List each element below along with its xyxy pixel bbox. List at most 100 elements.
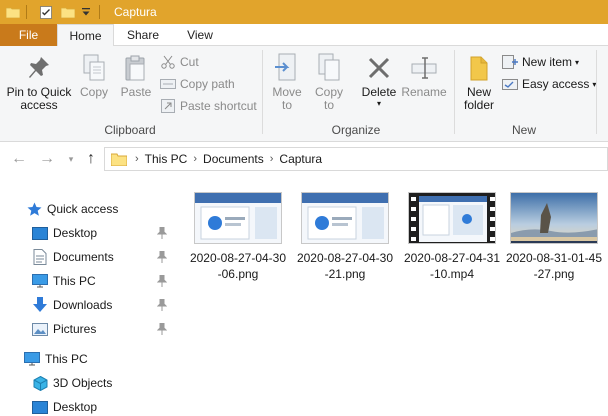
copy-to-button[interactable]: Copy to [310, 52, 348, 112]
paste-shortcut-label: Paste shortcut [180, 99, 257, 113]
pin-icon[interactable] [157, 275, 167, 287]
screenshot-thumbnail [301, 192, 389, 244]
divider [26, 5, 27, 19]
copy-to-label-line2: to [323, 98, 334, 112]
file-name: 2020-08-27-04-31 -10.mp4 [400, 250, 504, 282]
up-arrow-icon[interactable]: ↑ [82, 150, 100, 167]
delete-x-icon [363, 52, 395, 84]
landscape-thumbnail [510, 192, 598, 244]
easy-access-button[interactable]: Easy access ▾ [502, 74, 596, 94]
rename-icon [408, 52, 440, 84]
nav-item-desktop[interactable]: Desktop [0, 222, 176, 244]
file-name: 2020-08-27-04-30 -06.png [186, 250, 290, 282]
file-name-line1: 2020-08-27-04-31 [403, 251, 501, 265]
screenshot-thumbnail [194, 192, 282, 244]
desktop-icon [32, 225, 48, 241]
pin-icon[interactable] [157, 251, 167, 263]
nav-item-quick-access[interactable]: Quick access [0, 198, 176, 220]
delete-button[interactable]: Delete ▾ [358, 52, 400, 109]
nav-label: 3D Objects [53, 376, 113, 390]
rename-button[interactable]: Rename [401, 52, 447, 99]
rename-label: Rename [401, 85, 447, 99]
copy-to-icon [313, 52, 345, 84]
divider [262, 50, 263, 134]
scissors-icon [160, 54, 176, 70]
download-icon [32, 297, 48, 313]
tab-file[interactable]: File [0, 24, 57, 46]
paste-icon [120, 52, 152, 84]
paste-label: Paste [120, 85, 152, 99]
address-row: ← → ▾ ↑ › This PC › Documents › Captura [0, 142, 608, 176]
nav-label: Desktop [53, 226, 98, 240]
cut-button[interactable]: Cut [160, 52, 199, 72]
chevron-down-icon: ▾ [376, 99, 381, 108]
breadcrumb-separator: › [135, 153, 139, 165]
nav-item-this-pc[interactable]: This PC [0, 348, 176, 370]
copy-path-button[interactable]: Copy path [160, 74, 235, 94]
address-bar[interactable]: › This PC › Documents › Captura [104, 147, 608, 171]
new-folder-button[interactable]: New folder [460, 52, 498, 112]
move-to-label-line2: to [281, 98, 292, 112]
ribbon: Pin to Quick access Copy Paste Cut Copy … [0, 46, 608, 142]
pc-icon [32, 273, 48, 289]
new-item-button[interactable]: New item ▾ [502, 52, 579, 72]
file-name-line2: -27.png [533, 267, 575, 281]
nav-item-this-pc-pinned[interactable]: This PC [0, 270, 176, 292]
tab-home[interactable]: Home [57, 24, 114, 47]
documents-icon [32, 249, 48, 265]
breadcrumb-captura[interactable]: Captura [279, 152, 322, 166]
nav-item-desktop-pc[interactable]: Desktop [0, 396, 176, 416]
recent-locations-chevron-icon[interactable]: ▾ [62, 151, 80, 167]
folder-icon[interactable] [6, 5, 20, 19]
copy-label: Copy [79, 85, 108, 99]
copy-button[interactable]: Copy [76, 52, 112, 99]
file-item[interactable]: 2020-08-27-04-30 -21.png [293, 192, 397, 282]
customize-dropdown-icon[interactable] [79, 5, 93, 19]
easy-access-icon [502, 76, 518, 92]
file-name: 2020-08-31-01-45 -27.png [502, 250, 606, 282]
cut-label: Cut [180, 55, 199, 69]
breadcrumb-separator: › [269, 153, 274, 165]
tab-view[interactable]: View [172, 24, 228, 46]
divider [99, 5, 100, 19]
file-name-line2: -06.png [217, 267, 259, 281]
file-item[interactable]: 2020-08-27-04-30 -06.png [186, 192, 290, 282]
nav-label: This PC [45, 352, 88, 366]
nav-label: Pictures [53, 322, 97, 336]
forward-arrow-icon[interactable]: → [38, 150, 56, 167]
nav-item-documents[interactable]: Documents [0, 246, 176, 268]
nav-label: Documents [53, 250, 114, 264]
pc-icon [24, 351, 40, 367]
cube-icon [32, 375, 48, 391]
new-item-icon [502, 54, 518, 70]
copy-icon [78, 52, 110, 84]
file-item[interactable]: 2020-08-27-04-31 -10.mp4 [400, 192, 504, 282]
new-group-label: New [511, 123, 536, 137]
folder-icon [111, 153, 127, 166]
move-to-button[interactable]: Move to [268, 52, 306, 112]
nav-item-pictures[interactable]: Pictures [0, 318, 176, 340]
clipboard-group-label: Clipboard [104, 123, 156, 137]
divider [454, 50, 455, 134]
tab-share[interactable]: Share [114, 24, 172, 46]
breadcrumb-this-pc[interactable]: This PC [145, 152, 188, 166]
nav-label: Downloads [53, 298, 113, 312]
paste-button[interactable]: Paste [117, 52, 155, 99]
file-item[interactable]: 2020-08-31-01-45 -27.png [502, 192, 606, 282]
window-title: Captura [114, 5, 157, 19]
paste-shortcut-icon [160, 98, 176, 114]
pin-icon[interactable] [157, 227, 167, 239]
pin-icon[interactable] [157, 299, 167, 311]
back-arrow-icon[interactable]: ← [10, 150, 28, 167]
properties-icon[interactable] [39, 5, 53, 19]
navigation-pane: Quick access Desktop Documents This PC D… [0, 190, 176, 416]
nav-item-downloads[interactable]: Downloads [0, 294, 176, 316]
new-folder-icon[interactable] [61, 5, 75, 19]
file-name-line1: 2020-08-27-04-30 [189, 251, 287, 265]
star-icon [26, 201, 42, 217]
paste-shortcut-button[interactable]: Paste shortcut [160, 96, 257, 116]
nav-item-3d-objects[interactable]: 3D Objects [0, 372, 176, 394]
pin-icon[interactable] [157, 323, 167, 335]
pin-to-quick-access-button[interactable]: Pin to Quick access [6, 52, 72, 112]
breadcrumb-documents[interactable]: Documents [203, 152, 264, 166]
